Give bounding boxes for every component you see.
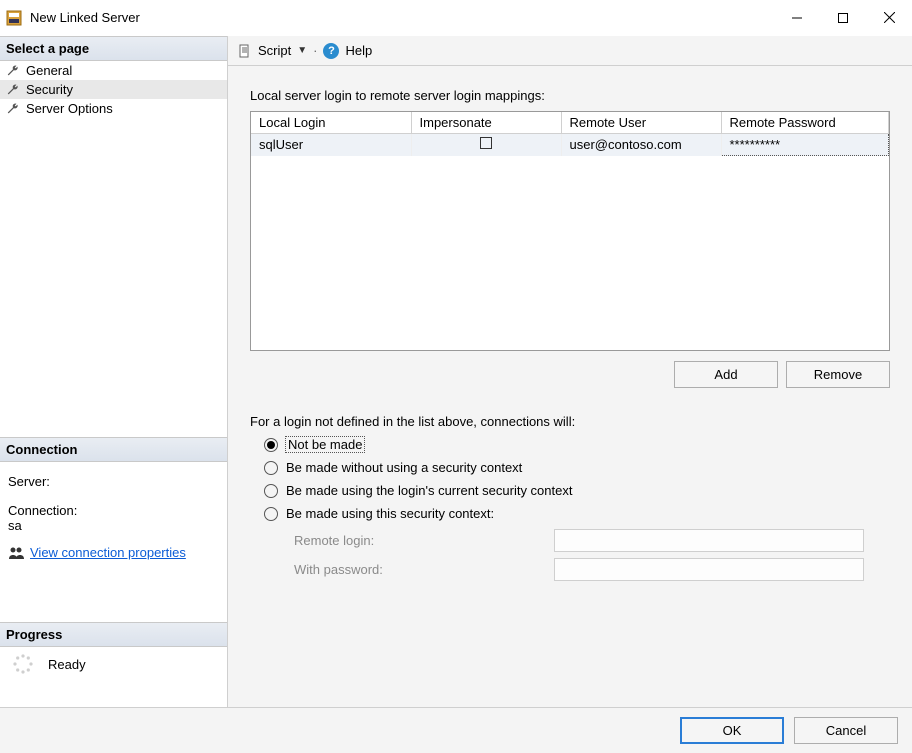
undefined-login-label: For a login not defined in the list abov… [250,414,890,429]
people-icon [8,546,24,560]
script-icon [238,44,252,58]
cell-local-login[interactable]: sqlUser [251,134,411,156]
mapping-label: Local server login to remote server logi… [250,88,890,103]
help-icon: ? [323,43,339,59]
login-mapping-grid[interactable]: Local Login Impersonate Remote User Remo… [250,111,890,351]
page-item-general[interactable]: General [0,61,227,80]
wrench-icon [6,102,20,116]
cancel-button[interactable]: Cancel [794,717,898,744]
page-label-security: Security [26,82,73,97]
radio-no-security[interactable]: Be made without using a security context [264,460,890,475]
add-button[interactable]: Add [674,361,778,388]
dialog-footer: OK Cancel [0,707,912,753]
radio-icon[interactable] [264,484,278,498]
progress-spinner-icon [12,653,34,675]
with-password-label: With password: [294,562,554,577]
select-page-header: Select a page [0,36,227,61]
radio-label-this-security: Be made using this security context: [286,506,494,521]
col-local-login[interactable]: Local Login [251,112,411,134]
main-panel: Script ▼ · ? Help Local server login to … [227,36,912,707]
col-remote-user[interactable]: Remote User [561,112,721,134]
radio-this-security[interactable]: Be made using this security context: [264,506,890,521]
page-label-server-options: Server Options [26,101,113,116]
progress-header: Progress [0,622,227,647]
col-impersonate[interactable]: Impersonate [411,112,561,134]
cell-remote-password[interactable]: ********** [721,134,889,156]
minimize-button[interactable] [774,3,820,33]
grid-header: Local Login Impersonate Remote User Remo… [251,112,889,134]
remote-login-input [554,529,864,552]
col-remote-password[interactable]: Remote Password [721,112,889,134]
with-password-input [554,558,864,581]
progress-row: Ready [0,647,227,681]
remote-login-label: Remote login: [294,533,554,548]
cell-remote-user[interactable]: user@contoso.com [561,134,721,156]
connection-header: Connection [0,437,227,462]
page-label-general: General [26,63,72,78]
connection-info: Server: Connection: sa [0,462,227,539]
radio-icon[interactable] [264,507,278,521]
connection-label: Connection: [8,503,219,518]
radio-icon[interactable] [264,461,278,475]
sidebar: Select a page General Security Server Op… [0,36,227,707]
radio-label-not-made: Not be made [286,437,364,452]
progress-status: Ready [48,657,86,672]
radio-not-made[interactable]: Not be made [264,437,890,452]
wrench-icon [6,64,20,78]
page-item-security[interactable]: Security [0,80,227,99]
page-item-server-options[interactable]: Server Options [0,99,227,118]
radio-label-current-security: Be made using the login's current securi… [286,483,572,498]
titlebar: New Linked Server [0,0,912,36]
remove-button[interactable]: Remove [786,361,890,388]
close-button[interactable] [866,3,912,33]
window-title: New Linked Server [30,10,774,25]
script-button[interactable]: Script [258,43,291,58]
impersonate-checkbox[interactable] [480,137,492,149]
radio-label-no-security: Be made without using a security context [286,460,522,475]
radio-icon[interactable] [264,438,278,452]
ok-button[interactable]: OK [680,717,784,744]
radio-current-security[interactable]: Be made using the login's current securi… [264,483,890,498]
wrench-icon [6,83,20,97]
toolbar: Script ▼ · ? Help [228,36,912,66]
view-conn-props-row: View connection properties [0,539,227,566]
maximize-button[interactable] [820,3,866,33]
grid-row[interactable]: sqlUser user@contoso.com ********** [251,134,889,156]
remote-login-row: Remote login: [294,529,890,552]
connection-value: sa [8,518,219,533]
view-connection-properties-link[interactable]: View connection properties [30,545,186,560]
server-label: Server: [8,474,219,489]
cell-impersonate[interactable] [411,134,561,156]
app-icon [6,10,22,26]
help-button[interactable]: Help [345,43,372,58]
window-buttons [774,3,912,33]
script-dropdown-arrow[interactable]: ▼ [297,45,307,56]
with-password-row: With password: [294,558,890,581]
